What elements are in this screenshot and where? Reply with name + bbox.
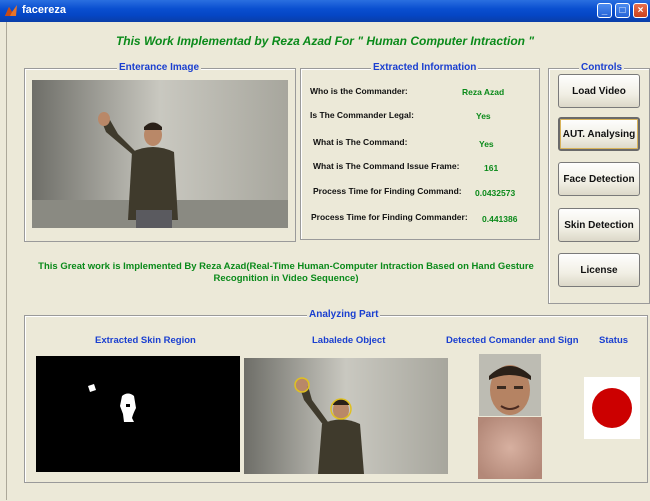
info-value-frame: 161	[484, 163, 499, 173]
info-label-commander-time: Process Time for Finding Commander:	[311, 212, 468, 222]
maximize-icon: □	[619, 5, 626, 16]
info-value-command: Yes	[479, 139, 494, 149]
skin-region-image	[36, 356, 240, 472]
labeled-object-image	[244, 358, 448, 474]
info-value-commander: Reza Azad	[462, 87, 505, 97]
license-button[interactable]: License	[558, 253, 640, 287]
detected-face-image	[479, 354, 541, 416]
controls-panel-label: Controls	[579, 62, 625, 73]
info-label-commander: Who is the Commander:	[310, 86, 408, 96]
info-value-commander-time: 0.441386	[482, 214, 518, 224]
info-value-command-time: 0.0432573	[475, 188, 516, 198]
aut-analysing-button[interactable]: AUT. Analysing	[558, 117, 640, 151]
close-button[interactable]: ×	[633, 3, 648, 18]
status-indicator	[584, 377, 640, 439]
skin-region-heading: Extracted Skin Region	[95, 335, 196, 346]
window-titlebar[interactable]: facereza _ □ ×	[0, 0, 650, 22]
info-label-legal: Is The Commander Legal:	[310, 110, 414, 120]
detected-commander-heading: Detected Comander and Sign	[446, 335, 579, 346]
info-label-frame: What is The Command Issue Frame:	[313, 161, 460, 171]
info-label-command: What is The Command:	[313, 137, 408, 147]
info-label-command-time: Process Time for Finding Command:	[313, 186, 462, 196]
status-heading: Status	[599, 335, 629, 346]
detected-hand-image	[478, 417, 542, 479]
minimize-icon: _	[601, 5, 608, 16]
info-note: This Great work is Implemented By Reza A…	[38, 261, 534, 284]
matlab-icon	[5, 5, 17, 16]
status-dot-icon	[592, 388, 632, 428]
maximize-button[interactable]: □	[615, 3, 630, 18]
labeled-object-heading: Labalede Object	[312, 335, 386, 346]
info-panel-label: Extracted Information	[371, 62, 479, 73]
skin-detection-button[interactable]: Skin Detection	[558, 208, 640, 242]
analyzing-panel-label: Analyzing Part	[307, 309, 381, 320]
load-video-button[interactable]: Load Video	[558, 74, 640, 108]
window-title: facereza	[22, 4, 67, 16]
page-heading: This Work Implementad by Reza Azad For "…	[115, 34, 535, 48]
minimize-button[interactable]: _	[597, 3, 612, 18]
entrance-image	[32, 80, 288, 228]
entrance-panel-label: Enterance Image	[117, 62, 202, 73]
close-icon: ×	[637, 5, 644, 16]
info-value-legal: Yes	[476, 111, 491, 121]
face-detection-button[interactable]: Face Detection	[558, 162, 640, 196]
